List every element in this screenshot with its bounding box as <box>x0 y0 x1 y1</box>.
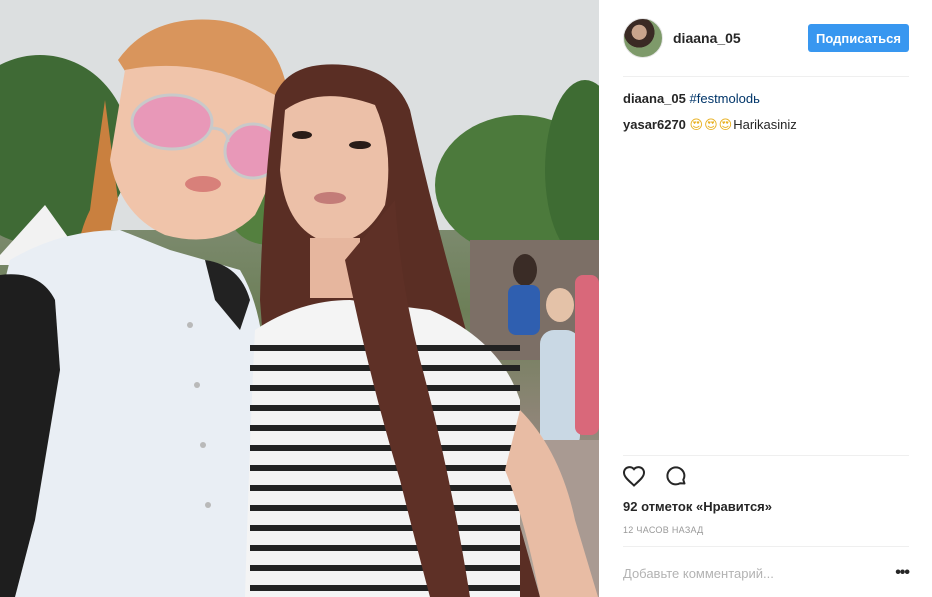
comment-bubble-icon[interactable] <box>663 463 689 489</box>
comment-emoji: 😍😍😍 <box>689 117 734 132</box>
comment-divider <box>623 546 909 547</box>
photo-illustration <box>0 0 599 597</box>
more-options-icon[interactable]: ••• <box>885 563 910 583</box>
post-actions <box>621 463 689 489</box>
actions-divider <box>623 455 909 456</box>
post-header: diaana_05 Подписаться <box>623 16 909 60</box>
comments-list: diaana_05 #festmolodь yasar6270 😍😍😍Harik… <box>623 90 909 142</box>
comment-author[interactable]: diaana_05 <box>623 91 686 106</box>
likes-count[interactable]: 92 отметок «Нравится» <box>623 499 772 514</box>
list-item: yasar6270 😍😍😍Harikasiniz <box>623 116 909 134</box>
hashtag-link[interactable]: #festmolodь <box>690 91 760 106</box>
comment-author[interactable]: yasar6270 <box>623 117 686 132</box>
heart-icon[interactable] <box>621 463 647 489</box>
header-divider <box>623 76 909 77</box>
comment-input[interactable] <box>623 565 885 581</box>
username[interactable]: diaana_05 <box>673 30 808 46</box>
post-side-panel: diaana_05 Подписаться diaana_05 #festmol… <box>599 0 932 597</box>
caption-comment: diaana_05 #festmolodь <box>623 90 909 108</box>
post-timestamp[interactable]: 12 часов назад <box>623 525 704 535</box>
avatar[interactable] <box>623 18 663 58</box>
post-photo[interactable] <box>0 0 599 597</box>
add-comment-bar: ••• <box>623 556 910 590</box>
comment-text: Harikasiniz <box>733 117 797 132</box>
follow-button[interactable]: Подписаться <box>808 24 909 52</box>
instagram-post: diaana_05 Подписаться diaana_05 #festmol… <box>0 0 932 597</box>
